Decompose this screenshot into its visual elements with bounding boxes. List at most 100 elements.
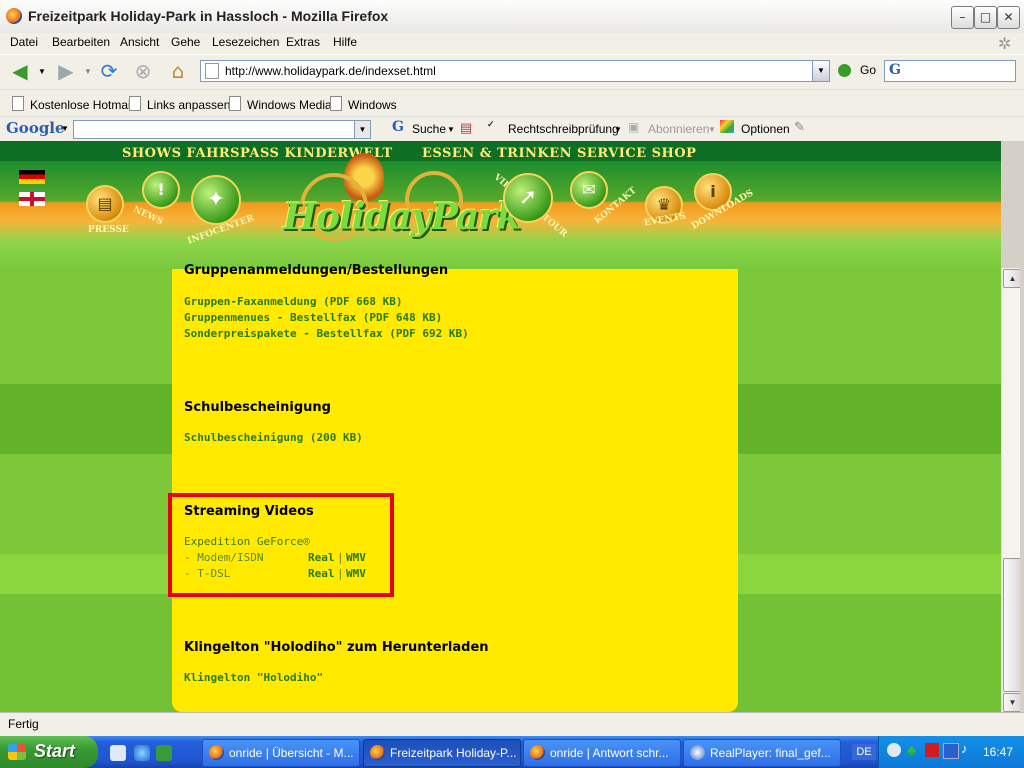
- google-search-engine-icon[interactable]: G: [889, 62, 901, 78]
- maximize-button[interactable]: □: [974, 6, 997, 29]
- start-button[interactable]: Start: [0, 736, 98, 768]
- tray-expand-icon[interactable]: [887, 743, 901, 757]
- clock[interactable]: 16:47: [983, 745, 1013, 759]
- task-realplayer[interactable]: RealPlayer: final_gef...: [683, 739, 841, 767]
- web-content: SHOWS FAHRSPASS KINDERWELT ESSEN & TRINK…: [0, 141, 1001, 712]
- task-label: Freizeitpark Holiday-P...: [390, 746, 517, 760]
- go-label: Go: [860, 63, 877, 77]
- task-label: onride | Übersicht - M...: [229, 746, 354, 760]
- link-ringtone[interactable]: Klingelton "Holodiho": [184, 671, 323, 684]
- school-heading: Schulbescheinigung: [184, 400, 331, 415]
- status-text: Fertig: [8, 717, 39, 731]
- taskbar: Start onride | Übersicht - M... Freizeit…: [0, 736, 1024, 768]
- window-titlebar: Freizeitpark Holiday-Park in Hassloch - …: [0, 0, 1024, 34]
- virtual-tour-button[interactable]: ➚: [503, 173, 553, 223]
- reload-icon[interactable]: ⟳: [97, 59, 121, 83]
- google-logo[interactable]: Google: [6, 119, 65, 137]
- bookmarks-toolbar: Kostenlose Hotmail Links anpassen Window…: [0, 89, 1024, 116]
- menu-bearbeiten[interactable]: Bearbeiten: [52, 35, 110, 49]
- minimize-button[interactable]: –: [951, 6, 974, 29]
- url-dropdown-icon[interactable]: ▼: [812, 61, 829, 81]
- menu-gehe[interactable]: Gehe: [171, 35, 200, 49]
- web-search-box[interactable]: G: [884, 60, 1016, 82]
- close-button[interactable]: ✕: [997, 6, 1020, 29]
- holidaypark-logo[interactable]: HolidayPark: [283, 196, 521, 238]
- subscribe-dropdown-icon[interactable]: ▼: [708, 125, 716, 134]
- firefox-icon: [6, 8, 22, 24]
- tray-clover-icon[interactable]: ♣: [907, 742, 916, 758]
- link-schulbescheinigung[interactable]: Schulbescheinigung (200 KB): [184, 431, 363, 444]
- menu-hilfe[interactable]: Hilfe: [333, 35, 357, 49]
- language-indicator[interactable]: DE: [852, 744, 876, 760]
- search-dropdown-icon[interactable]: ▼: [447, 125, 455, 134]
- tray-antivirus-icon[interactable]: [925, 743, 939, 757]
- task-onride-overview[interactable]: onride | Übersicht - M...: [202, 739, 360, 767]
- task-onride-reply[interactable]: onride | Antwort schr...: [523, 739, 681, 767]
- menu-ansicht[interactable]: Ansicht: [120, 35, 159, 49]
- back-dropdown-icon[interactable]: ▼: [38, 67, 46, 76]
- bookmark-label: Windows Media: [247, 98, 332, 112]
- firefox-icon: [209, 745, 224, 760]
- task-holidaypark[interactable]: Freizeitpark Holiday-P...: [363, 739, 521, 767]
- home-icon[interactable]: ⌂: [166, 59, 190, 83]
- forward-icon[interactable]: ▶: [54, 59, 78, 83]
- menu-extras[interactable]: Extras: [286, 35, 320, 49]
- navigation-toolbar: ◀ ▼ ▶ ▼ ⟳ ⊗ ⌂ ▼ Go G: [0, 54, 1024, 89]
- options-icon: [720, 120, 734, 133]
- news-icon[interactable]: ▤: [460, 120, 472, 136]
- vertical-scrollbar[interactable]: ▲ ▼: [1001, 268, 1022, 712]
- presse-label: PRESSE: [88, 225, 129, 235]
- google-search-button[interactable]: Suche: [412, 122, 446, 136]
- bookmark-windows[interactable]: Windows: [330, 96, 397, 112]
- google-search-input[interactable]: [74, 121, 356, 138]
- group-heading: Gruppenanmeldungen/Bestellungen: [184, 263, 449, 278]
- google-toolbar: Google ▼ ▼ G Suche ▼ ▤ ✓ Rechtschreibprü…: [0, 116, 1024, 141]
- uk-flag-icon[interactable]: [19, 192, 45, 206]
- media-player-icon[interactable]: [156, 745, 172, 761]
- menu-lesezeichen[interactable]: Lesezeichen: [212, 35, 279, 49]
- window-title: Freizeitpark Holiday-Park in Hassloch - …: [28, 8, 389, 24]
- google-menu-dropdown-icon[interactable]: ▼: [61, 124, 69, 133]
- link-sonderpreispakete[interactable]: Sonderpreispakete - Bestellfax (PDF 692 …: [184, 327, 469, 340]
- bookmark-links-anpassen[interactable]: Links anpassen: [129, 96, 230, 112]
- tray-volume-icon[interactable]: ♪: [961, 741, 968, 756]
- tray-network-icon[interactable]: [943, 743, 959, 759]
- options-button[interactable]: Optionen: [741, 122, 790, 136]
- task-label: onride | Antwort schr...: [550, 746, 669, 760]
- ringtone-heading: Klingelton "Holodiho" zum Herunterladen: [184, 640, 489, 655]
- rss-icon: ▣: [628, 120, 640, 134]
- link-gruppen-fax[interactable]: Gruppen-Faxanmeldung (PDF 668 KB): [184, 295, 403, 308]
- german-flag-icon[interactable]: [19, 170, 45, 184]
- throbber-icon: ✲: [998, 34, 1012, 53]
- url-bar[interactable]: ▼: [200, 60, 830, 82]
- back-icon[interactable]: ◀: [8, 59, 32, 83]
- bookmark-windows-media[interactable]: Windows Media: [229, 96, 332, 112]
- bookmark-label: Windows: [348, 98, 397, 112]
- site-nav-right[interactable]: ESSEN & TRINKEN SERVICE SHOP: [422, 146, 696, 161]
- firefox-icon: [370, 745, 385, 760]
- site-banner: SHOWS FAHRSPASS KINDERWELT ESSEN & TRINK…: [0, 141, 1001, 269]
- show-desktop-icon[interactable]: [110, 745, 126, 761]
- infocenter-button[interactable]: ✦: [191, 175, 241, 225]
- menu-datei[interactable]: Datei: [10, 35, 38, 49]
- bookmark-hotmail[interactable]: Kostenlose Hotmail: [12, 96, 133, 112]
- url-input[interactable]: [223, 62, 807, 80]
- spellcheck-dropdown-icon[interactable]: ▼: [614, 125, 622, 134]
- spellcheck-button[interactable]: Rechtschreibprüfung: [508, 122, 619, 136]
- link-gruppenmenues[interactable]: Gruppenmenues - Bestellfax (PDF 648 KB): [184, 311, 442, 324]
- stop-icon[interactable]: ⊗: [131, 59, 155, 83]
- news-button[interactable]: !: [142, 171, 180, 209]
- google-search-dropdown-icon[interactable]: ▼: [354, 121, 370, 138]
- subscribe-button[interactable]: Abonnieren: [648, 122, 709, 136]
- pencil-icon[interactable]: ✎: [794, 119, 805, 135]
- internet-explorer-icon[interactable]: [134, 745, 150, 761]
- kontakt-button[interactable]: ✉: [570, 171, 608, 209]
- firefox-icon: [530, 745, 545, 760]
- forward-dropdown-icon[interactable]: ▼: [84, 67, 92, 76]
- bookmark-page-icon: [12, 96, 24, 111]
- windows-logo-icon: [8, 744, 26, 760]
- bookmark-page-icon: [330, 96, 342, 111]
- go-arrow-icon: [838, 64, 851, 77]
- google-search-field[interactable]: ▼: [73, 120, 371, 139]
- presse-button[interactable]: ▤: [86, 185, 124, 223]
